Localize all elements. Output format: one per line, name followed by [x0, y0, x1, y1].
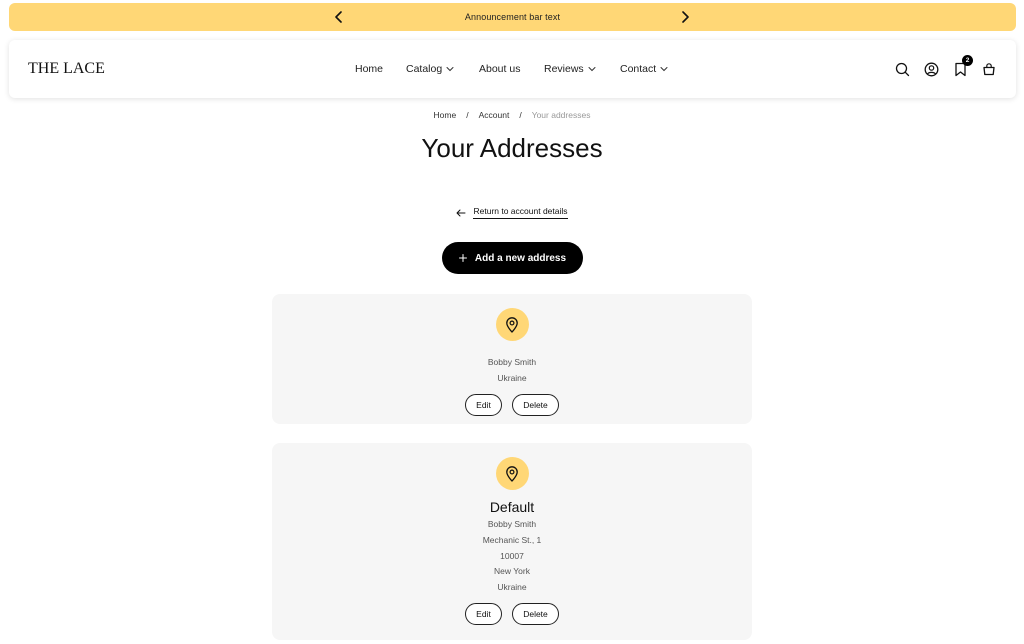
- address-line: New York: [494, 566, 530, 577]
- announcement-prev-button[interactable]: [327, 3, 351, 31]
- announcement-bar: Announcement bar text: [9, 3, 1016, 31]
- breadcrumb: Home / Account / Your addresses: [0, 108, 1024, 122]
- address-line: Ukraine: [497, 372, 527, 383]
- address-pin-badge: [495, 308, 529, 341]
- site-header: THE LACE Home Catalog About us Reviews C…: [9, 40, 1016, 98]
- chevron-right-icon: [682, 11, 689, 23]
- search-button[interactable]: [893, 60, 911, 78]
- arrow-left-icon: [456, 209, 466, 216]
- nav-item-catalog[interactable]: Catalog: [406, 40, 454, 98]
- address-actions: Edit Delete: [465, 393, 559, 416]
- announcement-next-button[interactable]: [673, 3, 697, 31]
- edit-address-button[interactable]: Edit: [465, 393, 502, 416]
- chevron-left-icon: [335, 11, 342, 23]
- nav-item-label: Home: [355, 63, 384, 75]
- address-lines: Bobby Smith Ukraine: [488, 355, 536, 387]
- wishlist-count-badge: 2: [962, 55, 973, 66]
- announcement-text: Announcement bar text: [464, 12, 561, 22]
- cart-button[interactable]: [980, 60, 998, 78]
- edit-address-button[interactable]: Edit: [465, 602, 502, 625]
- main-nav: Home Catalog About us Reviews Contact: [9, 40, 1016, 98]
- address-line: Bobby Smith: [487, 519, 537, 529]
- chevron-down-icon: [446, 66, 454, 72]
- breadcrumb-home-link[interactable]: Home: [434, 110, 457, 120]
- nav-item-contact[interactable]: Contact: [620, 40, 668, 98]
- nav-item-about-us[interactable]: About us: [479, 40, 520, 98]
- nav-item-reviews[interactable]: Reviews: [544, 40, 596, 98]
- map-pin-icon: [506, 316, 518, 333]
- add-new-address-label: Add a new address: [474, 252, 567, 264]
- nav-item-label: Catalog: [406, 63, 443, 75]
- map-pin-icon: [506, 465, 518, 482]
- chevron-down-icon: [588, 66, 596, 72]
- chevron-down-icon: [660, 66, 668, 72]
- address-card-default: Default Bobby Smith Mechanic St., 1 1000…: [272, 443, 752, 640]
- wishlist-button[interactable]: 2: [951, 55, 973, 78]
- search-icon: [895, 62, 909, 76]
- page-title: Your Addresses: [421, 133, 603, 163]
- account-button[interactable]: [922, 60, 940, 78]
- cart-icon: [983, 63, 995, 76]
- default-address-title: Default: [489, 499, 535, 515]
- address-line: Ukraine: [497, 582, 527, 593]
- address-line: Bobby Smith: [487, 357, 537, 367]
- address-lines: Bobby Smith Mechanic St., 1 10007 New Yo…: [483, 517, 542, 596]
- breadcrumb-separator: /: [519, 110, 522, 120]
- address-actions: Edit Delete: [465, 602, 559, 625]
- delete-address-button[interactable]: Delete: [512, 393, 559, 416]
- breadcrumb-current: Your addresses: [531, 110, 591, 120]
- plus-icon: [458, 254, 467, 262]
- address-line: 10007: [500, 550, 524, 561]
- nav-item-label: About us: [479, 63, 521, 75]
- nav-item-label: Reviews: [544, 63, 584, 75]
- breadcrumb-separator: /: [466, 110, 469, 120]
- address-pin-badge: [495, 457, 529, 490]
- add-new-address-button[interactable]: Add a new address: [442, 242, 583, 274]
- address-line: Mechanic St., 1: [482, 534, 542, 545]
- nav-item-label: Contact: [620, 63, 657, 75]
- delete-address-button[interactable]: Delete: [512, 602, 559, 625]
- return-link-label: Return to account details: [473, 206, 568, 219]
- breadcrumb-account-link[interactable]: Account: [479, 110, 510, 120]
- return-to-account-link[interactable]: Return to account details: [0, 206, 1024, 219]
- account-icon: [924, 62, 938, 76]
- nav-item-home[interactable]: Home: [355, 40, 383, 98]
- address-card: Bobby Smith Ukraine Edit Delete: [272, 294, 752, 424]
